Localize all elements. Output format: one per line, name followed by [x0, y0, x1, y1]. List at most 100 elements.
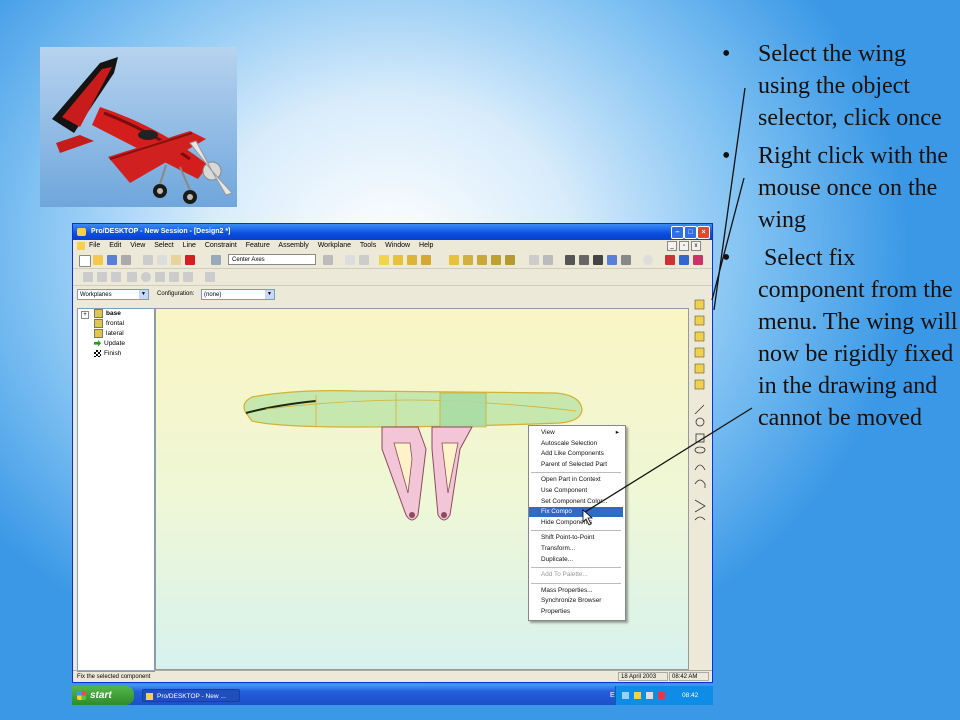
workplanes-dropdown[interactable]: Workplanes ▼	[77, 289, 149, 300]
help-icon[interactable]	[622, 692, 629, 699]
close-button[interactable]: ×	[697, 226, 710, 239]
menu-item-shift-point-to-point[interactable]: Shift Point-to-Point	[529, 533, 623, 543]
menu-item-label: Parent of Selected Part	[541, 460, 608, 468]
menu-item-hide-components[interactable]: Hide Components	[529, 518, 623, 528]
undo-icon[interactable]	[211, 255, 221, 265]
menu-item-transform[interactable]: Transform...	[529, 544, 623, 554]
measure-icon[interactable]	[529, 255, 539, 265]
start-button[interactable]: start	[72, 686, 134, 705]
menu-item-open-part-in-context[interactable]: Open Part in Context	[529, 475, 623, 485]
menu-feature[interactable]: Feature	[246, 242, 270, 249]
menu-assembly[interactable]: Assembly	[278, 242, 308, 249]
menu-edit[interactable]: Edit	[109, 242, 121, 249]
tree-item-update[interactable]: Update	[94, 339, 125, 349]
menu-file[interactable]: File	[89, 242, 100, 249]
arc-icon[interactable]	[155, 272, 165, 282]
taskbar-item[interactable]: Pro/DESKTOP - New ...	[142, 689, 240, 702]
rotate-icon[interactable]	[607, 255, 617, 265]
menu-item-parent-of-selected-part[interactable]: Parent of Selected Part	[529, 460, 623, 470]
print-icon[interactable]	[121, 255, 131, 265]
menu-item-mass-properties[interactable]: Mass Properties...	[529, 586, 623, 596]
menu-item-synchronize-browser[interactable]: Synchronize Browser	[529, 596, 623, 606]
tree-item-lateral[interactable]: lateral	[94, 329, 124, 339]
extrude-icon[interactable]	[407, 255, 417, 265]
menu-item-set-component-color[interactable]: Set Component Color...	[529, 497, 623, 507]
network-icon[interactable]	[634, 692, 641, 699]
box-icon[interactable]	[393, 255, 403, 265]
new-icon[interactable]	[79, 255, 91, 267]
menu-view[interactable]: View	[130, 242, 145, 249]
menu-item-label: Add Like Components	[541, 450, 604, 458]
chamfer-icon[interactable]	[491, 255, 501, 265]
tree-item-finish[interactable]: Finish	[94, 349, 121, 359]
minimize-button[interactable]: –	[671, 226, 684, 239]
search-icon[interactable]	[205, 272, 215, 282]
cut-icon[interactable]	[143, 255, 153, 265]
doc-restore-button[interactable]: ▫	[679, 241, 689, 251]
materials-icon[interactable]	[693, 255, 703, 265]
line-icon[interactable]	[111, 272, 121, 282]
cube-icon[interactable]	[379, 255, 389, 265]
section-icon[interactable]	[543, 255, 553, 265]
instruction-item: • Select fix component from the menu. Th…	[722, 242, 958, 434]
copy-icon[interactable]	[157, 255, 167, 265]
menu-help[interactable]: Help	[419, 242, 433, 249]
menu-item-fix-component[interactable]: Fix Compo	[529, 507, 623, 518]
window-titlebar[interactable]: Pro/DESKTOP - New Session - [Design2 *] …	[73, 224, 712, 240]
angle-icon[interactable]	[127, 272, 137, 282]
hole-icon[interactable]	[477, 255, 487, 265]
render-icon[interactable]	[665, 255, 675, 265]
align-icon[interactable]	[83, 272, 93, 282]
shell-icon[interactable]	[463, 255, 473, 265]
pan-icon[interactable]	[621, 255, 631, 265]
open-icon[interactable]	[93, 255, 103, 265]
perpendicular-icon[interactable]	[97, 272, 107, 282]
menu-item-view[interactable]: View ▸	[529, 428, 623, 438]
zoom-fit-icon[interactable]	[565, 255, 575, 265]
expand-toggle[interactable]: +	[81, 311, 89, 319]
configuration-dropdown[interactable]: (none) ▼	[201, 289, 275, 300]
menu-item-use-component[interactable]: Use Component	[529, 486, 623, 496]
paste-icon[interactable]	[171, 255, 181, 265]
shape-icon[interactable]	[449, 255, 459, 265]
maximize-button[interactable]: □	[684, 226, 697, 239]
doc-minimize-button[interactable]: _	[667, 241, 677, 251]
shade-icon[interactable]	[679, 255, 689, 265]
revolve-icon[interactable]	[421, 255, 431, 265]
menu-select[interactable]: Select	[154, 242, 173, 249]
volume-icon[interactable]	[646, 692, 653, 699]
security-icon[interactable]	[658, 692, 665, 699]
save-icon[interactable]	[107, 255, 117, 265]
menu-item-add-to-palette[interactable]: Add To Palette...	[529, 570, 623, 580]
menu-tools[interactable]: Tools	[360, 242, 376, 249]
wing[interactable]	[243, 390, 583, 428]
tree-item-base[interactable]: base	[94, 309, 121, 319]
menu-item-duplicate[interactable]: Duplicate...	[529, 555, 623, 565]
menu-line[interactable]: Line	[183, 242, 196, 249]
menu-workplane[interactable]: Workplane	[318, 242, 351, 249]
smiley-icon[interactable]	[643, 255, 653, 265]
menu-item-autoscale-selection[interactable]: Autoscale Selection	[529, 439, 623, 449]
zoom-box-icon[interactable]	[579, 255, 589, 265]
pin-icon[interactable]	[323, 255, 333, 265]
bullet: •	[722, 41, 731, 67]
spline-icon[interactable]	[169, 272, 179, 282]
tree-item-frontal[interactable]: frontal	[94, 319, 124, 329]
tree-item-label: frontal	[106, 320, 125, 328]
menu-constraint[interactable]: Constraint	[205, 242, 237, 249]
center-axes-field[interactable]: Center Axes	[228, 254, 316, 265]
bracket[interactable]	[381, 426, 427, 521]
fillet-icon[interactable]	[505, 255, 515, 265]
status-date: 18 April 2003	[618, 672, 668, 681]
pointer-help-icon[interactable]	[359, 255, 369, 265]
menu-item-add-like-components[interactable]: Add Like Components	[529, 449, 623, 459]
circle-icon[interactable]	[141, 272, 151, 282]
doc-close-button[interactable]: x	[691, 241, 701, 251]
menu-item-properties[interactable]: Properties	[529, 607, 623, 617]
zoom-icon[interactable]	[593, 255, 603, 265]
delete-icon[interactable]	[185, 255, 195, 265]
help-icon[interactable]	[345, 255, 355, 265]
offset-icon[interactable]	[183, 272, 193, 282]
bracket[interactable]	[431, 426, 473, 521]
menu-window[interactable]: Window	[385, 242, 410, 249]
